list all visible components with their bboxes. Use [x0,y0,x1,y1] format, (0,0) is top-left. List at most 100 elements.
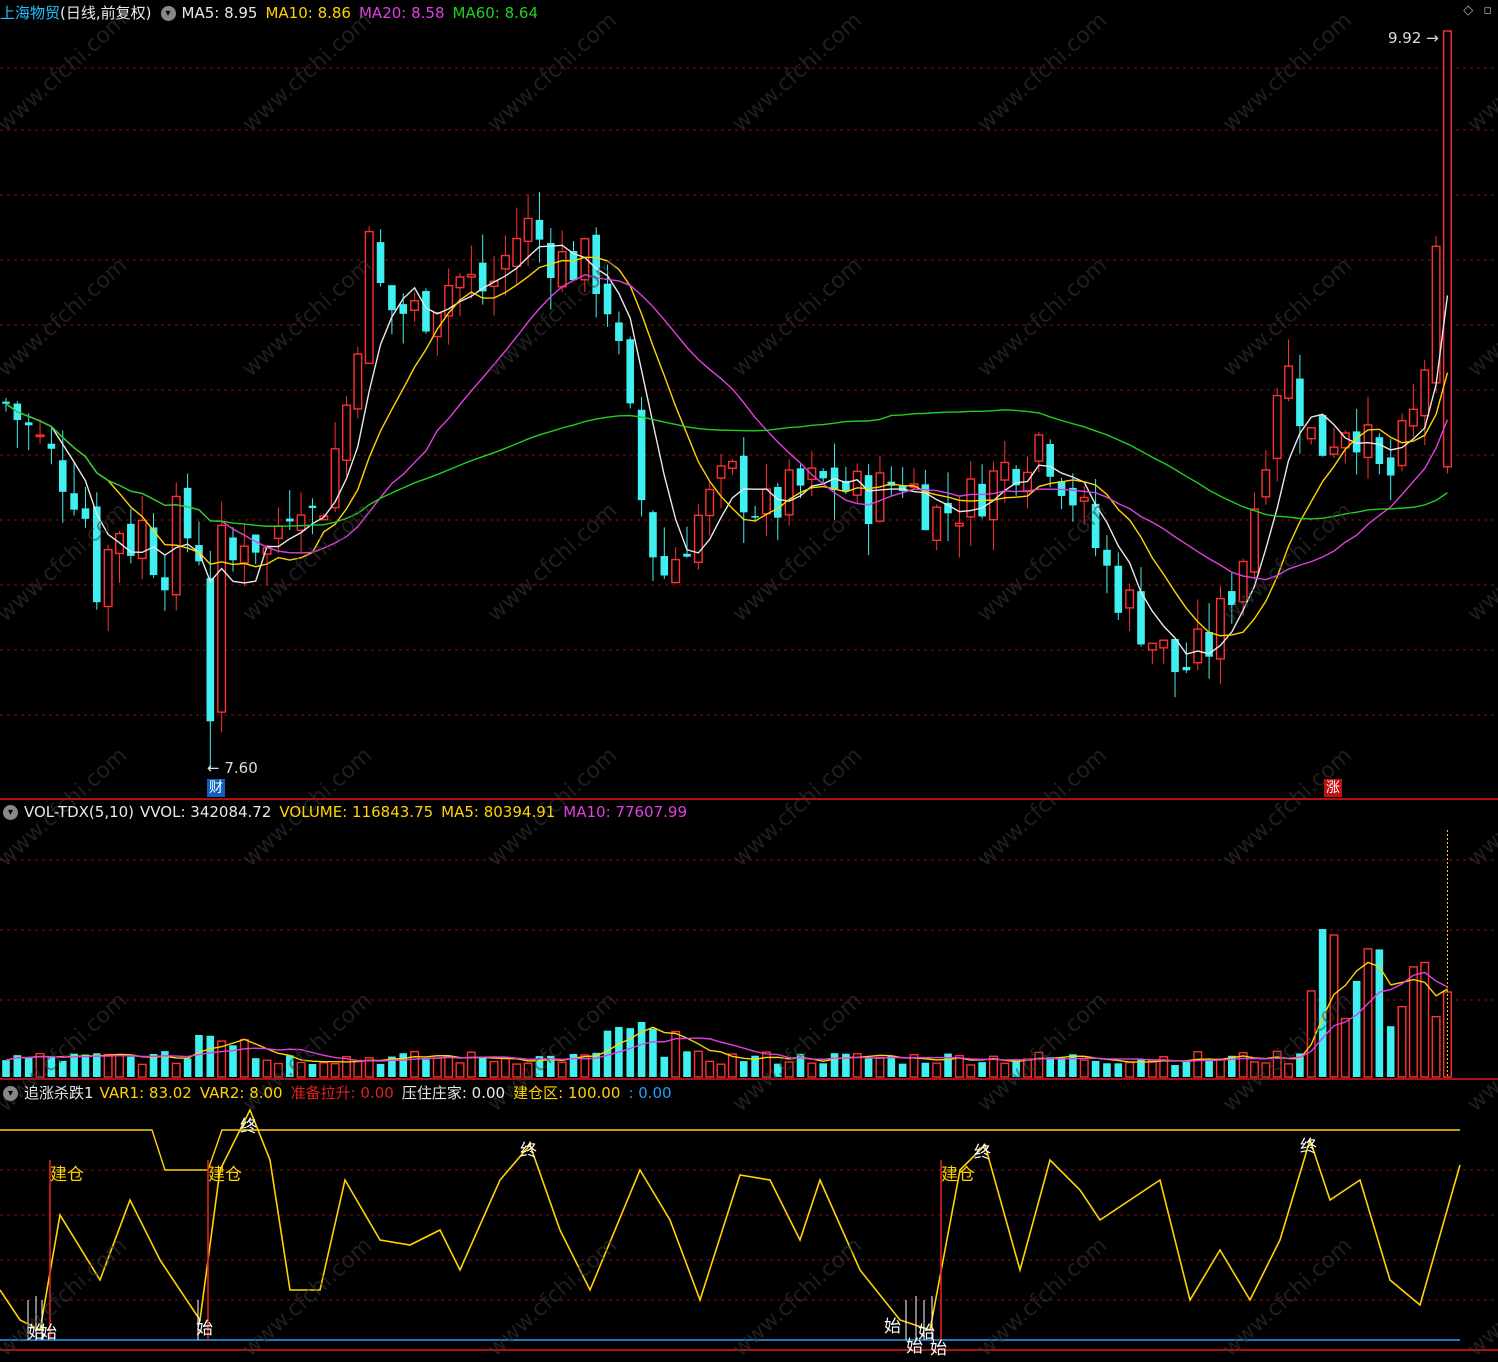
candle-body [466,273,476,278]
candle-body [523,217,533,242]
candle-body [727,460,737,469]
volume-bar [932,1062,942,1078]
candle-body [93,506,101,603]
volume-bar [1363,948,1373,1078]
candle-body [774,486,782,518]
volume-bar [127,1056,135,1077]
candle-body [127,523,135,556]
legend-sub-2: 准备拉升: 0.00 [290,1084,394,1102]
volume-bar [557,1061,567,1078]
volume-indicators: VVOL: 342084.72 VOLUME: 116843.75 MA5: 803… [140,801,687,823]
volume-bar [864,1058,873,1077]
candle-body [422,291,430,332]
candle-body [70,493,78,510]
chart-canvas[interactable] [0,0,1498,1353]
volume-bar [683,1051,691,1077]
volume-bar [898,1063,907,1077]
volume-bar [195,1034,203,1077]
volume-bar [1215,1058,1225,1078]
candle-body [932,506,942,542]
collapse-icon[interactable]: ▾ [3,1085,18,1101]
volume-bar [114,1054,124,1078]
volume-bar [444,1055,454,1078]
stock-title[interactable]: 上海物贸 [0,2,60,24]
candle-body [1442,30,1452,468]
signal-build: 建仓 [208,1165,242,1185]
candle-body [444,284,454,317]
candle-body [547,242,555,279]
restore-icon[interactable]: ▫ [1483,3,1492,18]
volume-bar [319,1062,329,1078]
volume-bar [103,1053,113,1078]
volume-bar [171,1062,181,1078]
legend-sub-0: VAR1: 83.02 [99,1084,192,1102]
volume-bar [1375,949,1384,1077]
volume-bar [1205,1060,1213,1077]
candle-body [1215,597,1225,660]
volume-panel-header: ▾ VOL-TDX(5,10) VVOL: 342084.72 VOLUME: 1… [0,801,687,823]
volume-bar [1079,1059,1089,1078]
collapse-icon[interactable]: ▾ [160,5,176,21]
volume-bar [978,1062,986,1077]
candle-body [229,537,237,561]
signal-build: 建仓 [50,1165,84,1185]
volume-bar [1249,1061,1259,1078]
volume-bar [1306,990,1316,1078]
volume-bar [1272,1050,1282,1078]
finance-badge[interactable]: 财 [207,779,225,797]
volume-bar [649,1028,657,1077]
main-indicators: MA5: 8.95 MA10: 8.86 MA20: 8.58 MA60: 8.64 [182,2,539,24]
volume-bar [455,1062,465,1078]
candle-body [1171,638,1179,673]
candle-body [1000,461,1010,481]
volume-bar [1408,966,1418,1078]
volume-bar [399,1053,408,1077]
indicator-name[interactable]: 追涨杀跌1 [24,1082,94,1104]
legend-vol-3: MA10: 77607.99 [563,803,687,821]
indicator-panel-header: ▾ 追涨杀跌1 VAR1: 83.02 VAR2: 8.00 准备拉升: 0.00 压… [0,1082,672,1104]
signal-start: 始 [884,1317,901,1337]
volume-bar [830,1053,839,1077]
volume-bar [887,1055,896,1077]
candle-body [1159,639,1169,649]
candle-body [1272,394,1282,460]
candle-body [1193,628,1203,664]
volume-bar [966,1064,976,1078]
signal-start: 始 [930,1339,947,1359]
volume-bar [273,1062,283,1078]
signal-end: 终 [240,1117,257,1137]
volume-bar [1352,980,1361,1077]
candle-body [35,434,45,438]
signal-end: 终 [1300,1137,1317,1157]
candle-body [1249,508,1259,573]
volume-bar [410,1050,420,1078]
candle-body [2,401,10,404]
collapse-icon[interactable]: ▾ [3,804,18,820]
candle-body [410,300,420,311]
candle-body [716,465,726,479]
candle-body [512,237,522,268]
window-controls: ◇ ▫ [1463,3,1492,18]
candle-body [1034,434,1044,462]
volume-bar [308,1064,317,1077]
candle-body [342,404,352,461]
signal-start: 始 [196,1319,213,1339]
candle-body [1103,549,1111,566]
candle-body [1182,666,1191,671]
volume-bar [1103,1063,1111,1077]
candle-body [988,470,998,521]
volume-bar [774,1063,782,1077]
legend-sub-3: 压住庄家: 0.00 [401,1084,506,1102]
diamond-icon[interactable]: ◇ [1463,3,1473,18]
volume-bar [1057,1057,1066,1077]
candle-body [1079,496,1089,502]
volume-bar [819,1063,827,1077]
candle-body [671,558,681,584]
volume-bar [183,1058,192,1077]
candle-body [569,251,578,281]
volume-indicator-name[interactable]: VOL-TDX(5,10) [24,801,134,823]
legend-sub-1: VAR2: 8.00 [199,1084,283,1102]
candle-body [626,339,635,404]
candle-body [796,468,805,486]
limit-up-badge[interactable]: 涨 [1324,779,1342,797]
